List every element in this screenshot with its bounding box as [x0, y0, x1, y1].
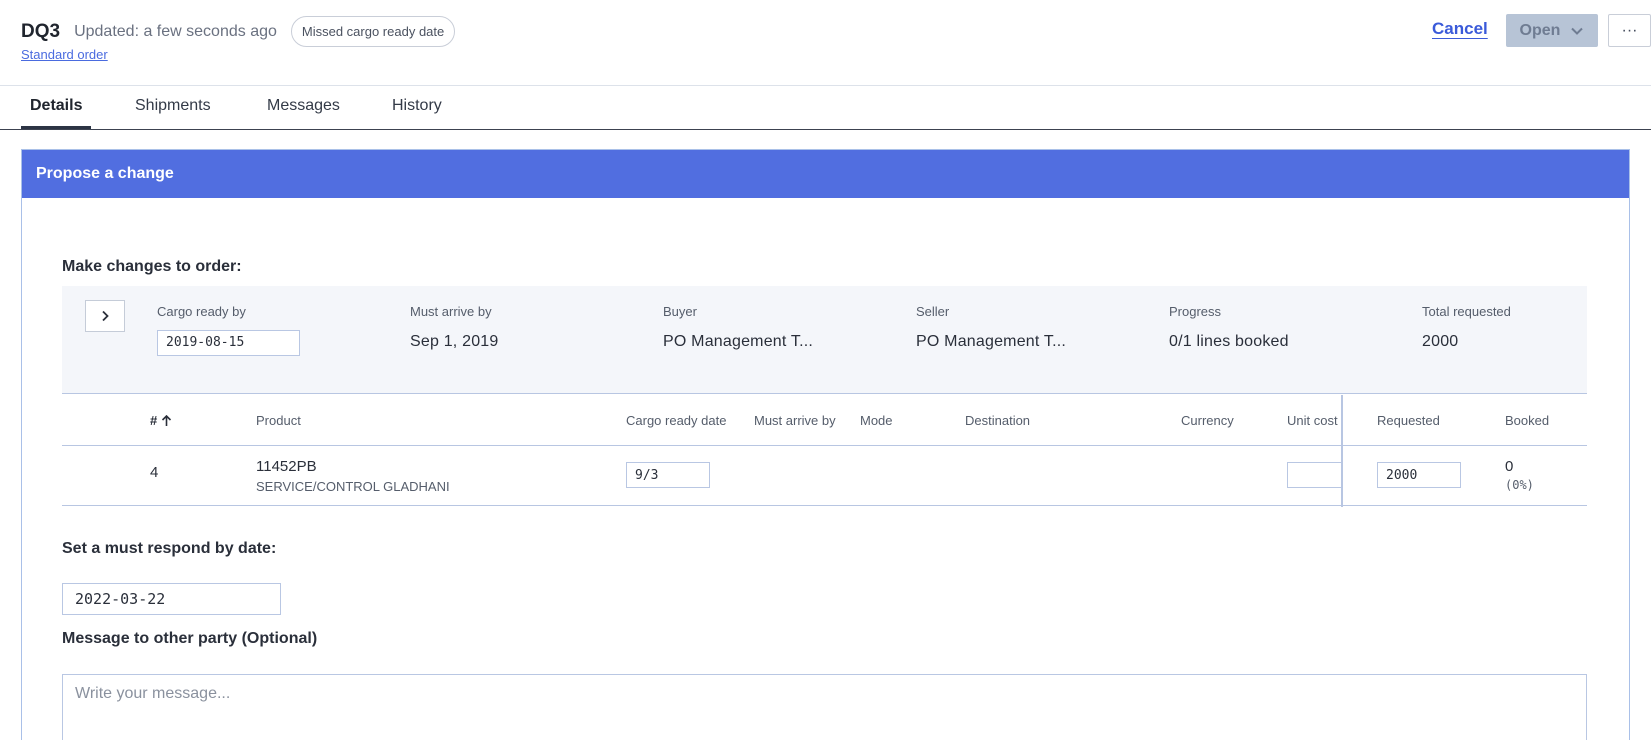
- total-requested-label: Total requested: [1422, 304, 1511, 319]
- propose-change-panel: Propose a change Make changes to order: …: [21, 149, 1630, 740]
- tab-shipments[interactable]: Shipments: [135, 97, 211, 115]
- column-header-cargo-ready-date: Cargo ready date: [626, 413, 727, 428]
- cargo-ready-date-cell: 9/3: [626, 462, 710, 488]
- title-row: DQ3 Updated: a few seconds ago Missed ca…: [21, 16, 456, 47]
- sticky-column-divider: [1341, 395, 1343, 507]
- column-header-product: Product: [256, 413, 301, 428]
- order-summary: Cargo ready by 2019-08-15 Must arrive by…: [62, 286, 1587, 394]
- open-button-label: Open: [1519, 21, 1561, 39]
- chevron-down-icon: [1571, 27, 1584, 35]
- cancel-button[interactable]: Cancel: [1432, 19, 1488, 39]
- column-header-mode: Mode: [860, 413, 893, 428]
- order-id: DQ3: [21, 20, 61, 42]
- product-code: 11452PB: [256, 458, 317, 475]
- cargo-ready-by-input[interactable]: 2019-08-15: [157, 330, 300, 356]
- column-header-currency: Currency: [1181, 413, 1234, 428]
- message-textarea[interactable]: Write your message...: [62, 674, 1587, 740]
- make-changes-label: Make changes to order:: [62, 258, 242, 275]
- column-header-requested: Requested: [1377, 413, 1440, 428]
- progress-label: Progress: [1169, 304, 1222, 319]
- table-row: 4 11452PB SERVICE/CONTROL GLADHANI 9/3 $…: [62, 446, 1587, 506]
- requested-input[interactable]: 2000: [1377, 462, 1461, 488]
- seller-label: Seller: [916, 304, 950, 319]
- cargo-ready-date-input[interactable]: 9/3: [626, 462, 710, 488]
- tab-details[interactable]: Details: [30, 97, 82, 115]
- total-requested-value: 2000: [1422, 333, 1459, 350]
- order-header: DQ3 Updated: a few seconds ago Missed ca…: [0, 0, 1651, 86]
- column-header-line[interactable]: #: [150, 413, 172, 428]
- product-cell: 11452PB SERVICE/CONTROL GLADHANI: [256, 458, 450, 494]
- active-tab-indicator: [21, 126, 91, 129]
- message-label: Message to other party (Optional): [62, 630, 318, 647]
- line-number: 4: [150, 464, 159, 481]
- progress: Progress 0/1 lines booked: [1169, 304, 1289, 351]
- status-badge: Missed cargo ready date: [290, 16, 456, 47]
- seller-value: PO Management T...: [916, 333, 1067, 350]
- product-description: SERVICE/CONTROL GLADHANI: [256, 479, 450, 494]
- panel-title: Propose a change: [22, 150, 1629, 198]
- column-header-destination: Destination: [965, 413, 1031, 428]
- cargo-ready-by: Cargo ready by 2019-08-15: [157, 304, 300, 356]
- tab-history[interactable]: History: [392, 97, 442, 115]
- column-header-unit-cost: Unit cost: [1287, 413, 1338, 428]
- more-options-button[interactable]: ···: [1608, 14, 1651, 47]
- tab-messages[interactable]: Messages: [267, 97, 340, 115]
- seller: Seller PO Management T...: [916, 304, 1066, 351]
- respond-by-date-input[interactable]: 2022-03-22: [62, 583, 281, 615]
- must-arrive-by-value: Sep 1, 2019: [410, 333, 499, 350]
- booked-cell: 0 (0%): [1505, 458, 1534, 492]
- chevron-right-icon: [102, 310, 109, 322]
- must-arrive-by: Must arrive by Sep 1, 2019: [410, 304, 499, 351]
- updated-timestamp: Updated: a few seconds ago: [74, 22, 277, 40]
- expand-button[interactable]: [85, 300, 125, 332]
- buyer-label: Buyer: [663, 304, 697, 319]
- buyer: Buyer PO Management T...: [663, 304, 813, 351]
- tab-bar: Details Shipments Messages History: [0, 86, 1651, 130]
- more-icon: ···: [1621, 21, 1638, 39]
- respond-by-label: Set a must respond by date:: [62, 540, 277, 557]
- line-header-label: #: [150, 413, 158, 428]
- must-arrive-by-label: Must arrive by: [410, 304, 492, 319]
- order-lines-table: # Product Cargo ready date Must arrive b…: [62, 395, 1587, 507]
- booked-value: 0: [1505, 458, 1514, 475]
- unit-cost-input[interactable]: $5: [1287, 462, 1341, 488]
- progress-value: 0/1 lines booked: [1169, 333, 1289, 350]
- table-header: # Product Cargo ready date Must arrive b…: [62, 395, 1587, 446]
- open-status-button[interactable]: Open: [1506, 14, 1598, 47]
- buyer-value: PO Management T...: [663, 333, 814, 350]
- arrow-up-icon: [162, 414, 172, 426]
- unit-cost-cell: $5: [1287, 462, 1341, 488]
- booked-percent: (0%): [1505, 478, 1534, 492]
- column-header-booked: Booked: [1505, 413, 1550, 428]
- order-type-link[interactable]: Standard order: [21, 47, 108, 62]
- total-requested: Total requested 2000: [1422, 304, 1511, 351]
- requested-cell: 2000: [1377, 462, 1461, 488]
- column-header-must-arrive-by: Must arrive by: [754, 413, 836, 428]
- cargo-ready-by-label: Cargo ready by: [157, 304, 246, 319]
